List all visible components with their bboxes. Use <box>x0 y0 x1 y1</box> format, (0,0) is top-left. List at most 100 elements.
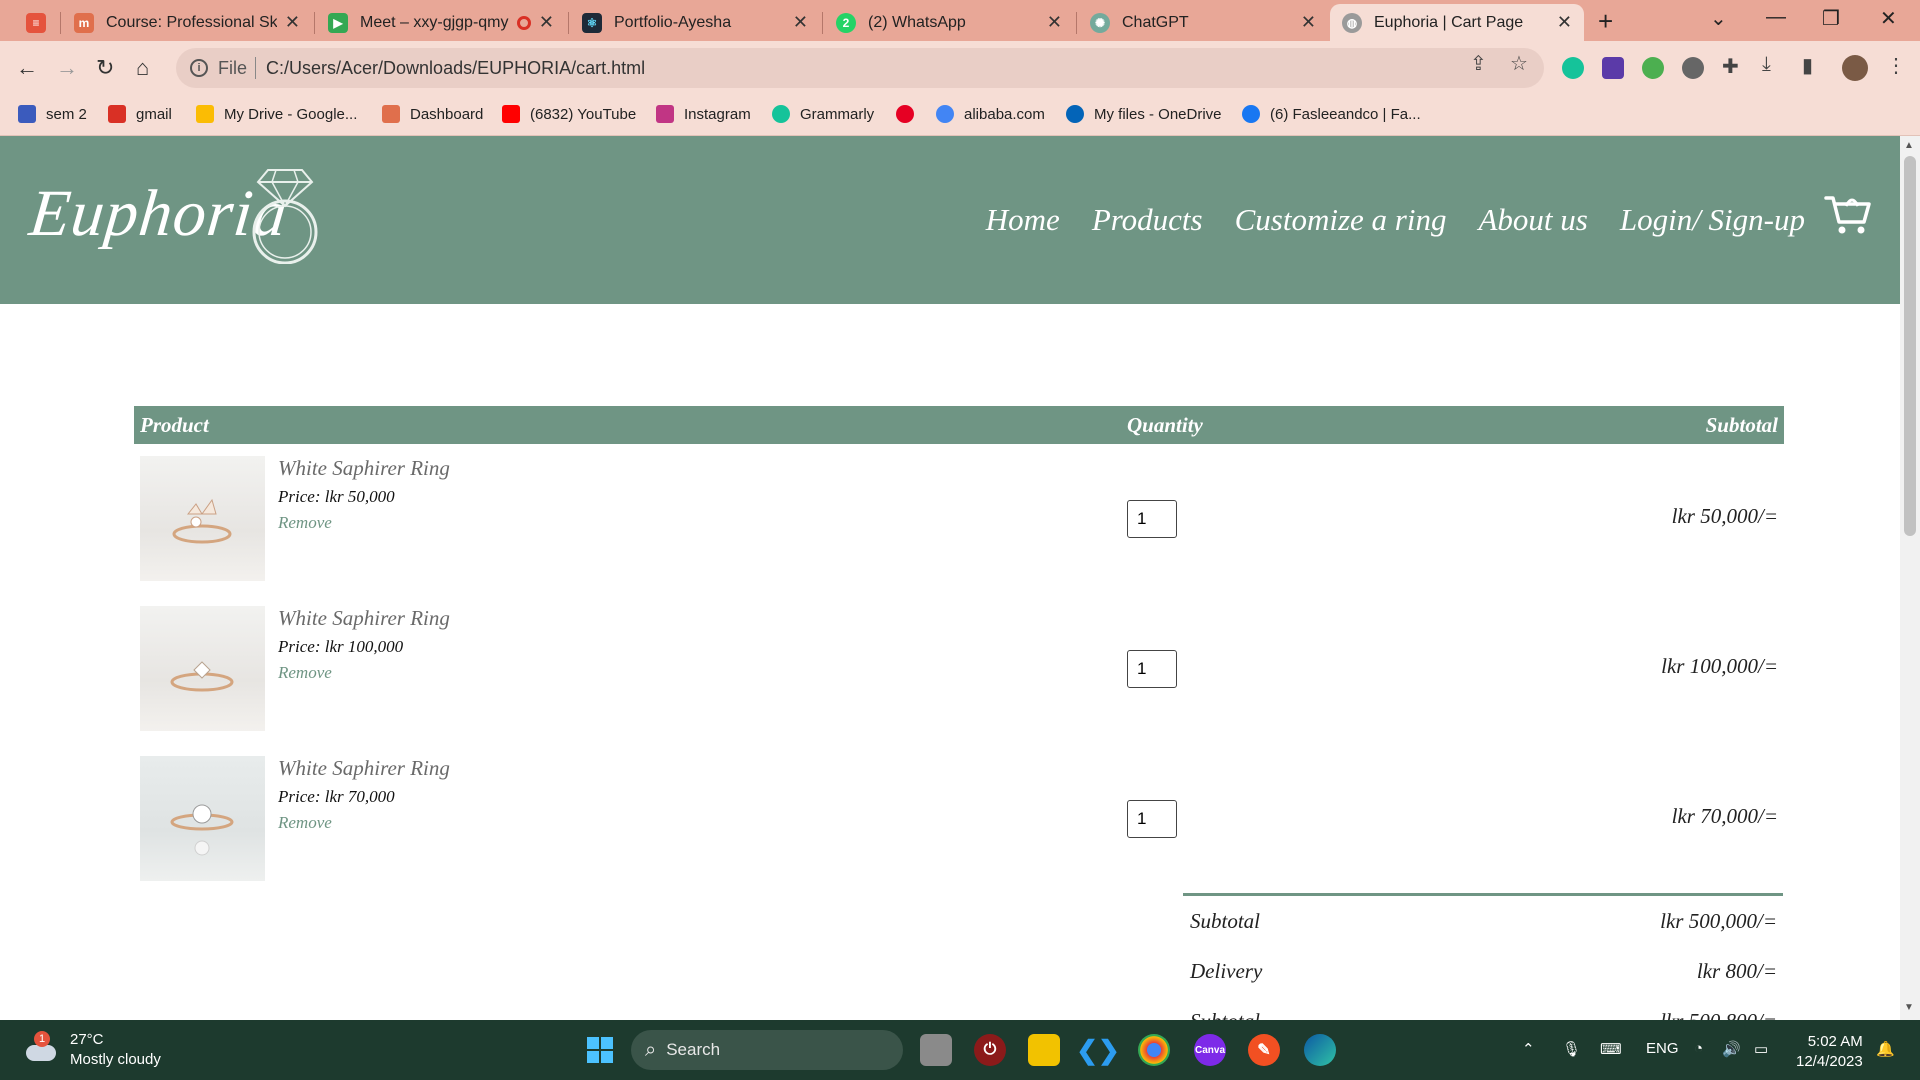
home-icon[interactable]: ⌂ <box>136 55 149 81</box>
address-bar[interactable]: i File C:/Users/Acer/Downloads/EUPHORIA/… <box>176 48 1544 88</box>
tab-search-icon[interactable]: ≡ <box>14 4 54 41</box>
whatsapp-icon: 2 <box>836 12 856 33</box>
google-icon <box>936 105 954 123</box>
power-app-icon[interactable]: ⏻ <box>974 1034 1006 1066</box>
cart-icon[interactable] <box>1824 194 1872 236</box>
remove-link[interactable]: Remove <box>278 513 450 533</box>
forward-icon[interactable]: → <box>56 55 78 81</box>
bookmark-instagram[interactable]: Instagram <box>656 105 751 123</box>
scroll-thumb[interactable] <box>1904 156 1916 536</box>
totals-label: Subtotal <box>1190 909 1261 933</box>
tab-search-chevron-icon[interactable]: ⌄ <box>1710 6 1727 31</box>
url-text[interactable]: C:/Users/Acer/Downloads/EUPHORIA/cart.ht… <box>266 58 645 79</box>
bookmark-sem2[interactable]: sem 2 <box>18 105 87 123</box>
canva-icon[interactable]: Canva <box>1194 1034 1226 1066</box>
gmail-icon <box>108 105 126 123</box>
vscode-icon[interactable]: ❮❯ <box>1076 1034 1120 1066</box>
puzzle-icon[interactable]: ✚ <box>1722 54 1739 79</box>
minimize-button[interactable]: — <box>1766 6 1786 29</box>
bookmark-star-icon[interactable]: ☆ <box>1510 51 1528 76</box>
bookmark-dashboard[interactable]: Dashboard <box>382 105 483 123</box>
nav-customize-ring[interactable]: Customize a ring <box>1235 202 1447 238</box>
profile-avatar[interactable] <box>1842 55 1868 81</box>
bookmark-facebook[interactable]: (6) Fasleeandco | Fa... <box>1242 105 1421 123</box>
tab-course[interactable]: m Course: Professional Skills ✕ <box>62 4 312 41</box>
extension-icon[interactable] <box>1682 57 1704 79</box>
totals-label: Delivery <box>1190 959 1263 983</box>
menu-kebab-icon[interactable]: ⋮ <box>1886 53 1906 78</box>
bookmark-youtube[interactable]: (6832) YouTube <box>502 105 636 123</box>
nav-about-us[interactable]: About us <box>1478 202 1587 238</box>
notification-bell-icon[interactable]: 🔔 <box>1876 1040 1895 1058</box>
close-icon[interactable]: ✕ <box>285 12 300 33</box>
instagram-icon <box>656 105 674 123</box>
nav-products[interactable]: Products <box>1092 202 1203 238</box>
page-scrollbar[interactable]: ▲ ▼ <box>1900 136 1920 1020</box>
quantity-input[interactable] <box>1127 650 1177 688</box>
extension-icon[interactable] <box>1642 57 1664 79</box>
back-icon[interactable]: ← <box>16 55 38 81</box>
remove-link[interactable]: Remove <box>278 813 450 833</box>
chevron-up-icon[interactable]: ⌃ <box>1522 1040 1535 1058</box>
windows-start-icon[interactable] <box>584 1034 616 1066</box>
remove-link[interactable]: Remove <box>278 663 450 683</box>
grammarly-extension-icon[interactable] <box>1562 57 1584 79</box>
task-view-icon[interactable] <box>920 1034 952 1066</box>
meet-icon: ▶ <box>328 12 348 33</box>
react-icon: ⚛ <box>582 12 602 33</box>
quantity-input[interactable] <box>1127 500 1177 538</box>
cart-row: White Saphirer Ring Price: lkr 70,000 Re… <box>134 744 1784 894</box>
scroll-up-icon[interactable]: ▲ <box>1904 140 1914 151</box>
volume-icon[interactable]: 🔊 <box>1722 1040 1741 1058</box>
page-viewport: Euphoria Home Products Customize a ring … <box>0 136 1900 1020</box>
windows-taskbar: 1 27°C Mostly cloudy ⌕ Search ⏻ ❮❯ Canva… <box>0 1020 1920 1080</box>
pen-app-icon[interactable]: ✎ <box>1248 1034 1280 1066</box>
file-explorer-icon[interactable] <box>1028 1034 1060 1066</box>
close-icon[interactable]: ✕ <box>1557 12 1572 33</box>
totals-value: lkr 500,000/= <box>1660 909 1777 933</box>
info-icon[interactable]: i <box>190 59 208 77</box>
quantity-input[interactable] <box>1127 800 1177 838</box>
chrome-icon[interactable] <box>1138 1034 1170 1066</box>
bookmark-alibaba[interactable]: alibaba.com <box>936 105 1045 123</box>
tab-whatsapp[interactable]: 2 (2) WhatsApp ✕ <box>824 4 1074 41</box>
bookmarks-bar: sem 2 gmail My Drive - Google... Dashboa… <box>0 96 1920 136</box>
microphone-icon[interactable]: 🎙 <box>1562 1040 1581 1058</box>
keyboard-icon[interactable]: ⌨ <box>1600 1040 1622 1058</box>
language-indicator[interactable]: ENG <box>1646 1040 1679 1057</box>
close-icon[interactable]: ✕ <box>1047 12 1062 33</box>
facebook-icon <box>1242 105 1260 123</box>
bookmark-pinterest[interactable] <box>896 105 924 123</box>
new-tab-button[interactable]: + <box>1598 6 1613 37</box>
wifi-icon[interactable]: ◔ <box>1694 1040 1703 1057</box>
nav-login-signup[interactable]: Login/ Sign-up <box>1620 202 1805 238</box>
scroll-down-icon[interactable]: ▼ <box>1904 1002 1914 1013</box>
close-icon[interactable]: ✕ <box>1301 12 1316 33</box>
tab-meet[interactable]: ▶ Meet – xxy-gjgp-qmy ✕ <box>316 4 566 41</box>
product-image <box>140 756 265 881</box>
taskbar-search[interactable]: ⌕ Search <box>631 1030 903 1070</box>
bookmark-gmail[interactable]: gmail <box>108 105 172 123</box>
close-window-button[interactable]: ✕ <box>1880 6 1897 31</box>
extension-icon[interactable] <box>1602 57 1624 79</box>
tab-portfolio[interactable]: ⚛ Portfolio-Ayesha ✕ <box>570 4 820 41</box>
side-panel-icon[interactable]: ▮ <box>1802 53 1813 78</box>
edge-icon[interactable] <box>1304 1034 1336 1066</box>
close-icon[interactable]: ✕ <box>539 12 554 33</box>
chatgpt-icon: ✺ <box>1090 12 1110 33</box>
nav-home[interactable]: Home <box>986 202 1060 238</box>
bookmark-grammarly[interactable]: Grammarly <box>772 105 874 123</box>
search-label: Search <box>666 1040 721 1059</box>
system-clock[interactable]: 5:02 AM 12/4/2023 <box>1796 1032 1863 1072</box>
tab-euphoria-cart[interactable]: ◍ Euphoria | Cart Page ✕ <box>1330 4 1584 41</box>
download-icon[interactable]: ⤓ <box>1762 53 1771 76</box>
weather-widget[interactable]: 1 27°C Mostly cloudy <box>22 1030 161 1070</box>
close-icon[interactable]: ✕ <box>793 12 808 33</box>
battery-icon[interactable]: ▭ <box>1754 1040 1768 1058</box>
bookmark-drive[interactable]: My Drive - Google... <box>196 105 357 123</box>
bookmark-onedrive[interactable]: My files - OneDrive <box>1066 105 1222 123</box>
share-icon[interactable]: ⇪ <box>1470 51 1487 76</box>
reload-icon[interactable]: ↻ <box>96 55 114 81</box>
restore-button[interactable]: ❐ <box>1822 6 1840 31</box>
tab-chatgpt[interactable]: ✺ ChatGPT ✕ <box>1078 4 1328 41</box>
